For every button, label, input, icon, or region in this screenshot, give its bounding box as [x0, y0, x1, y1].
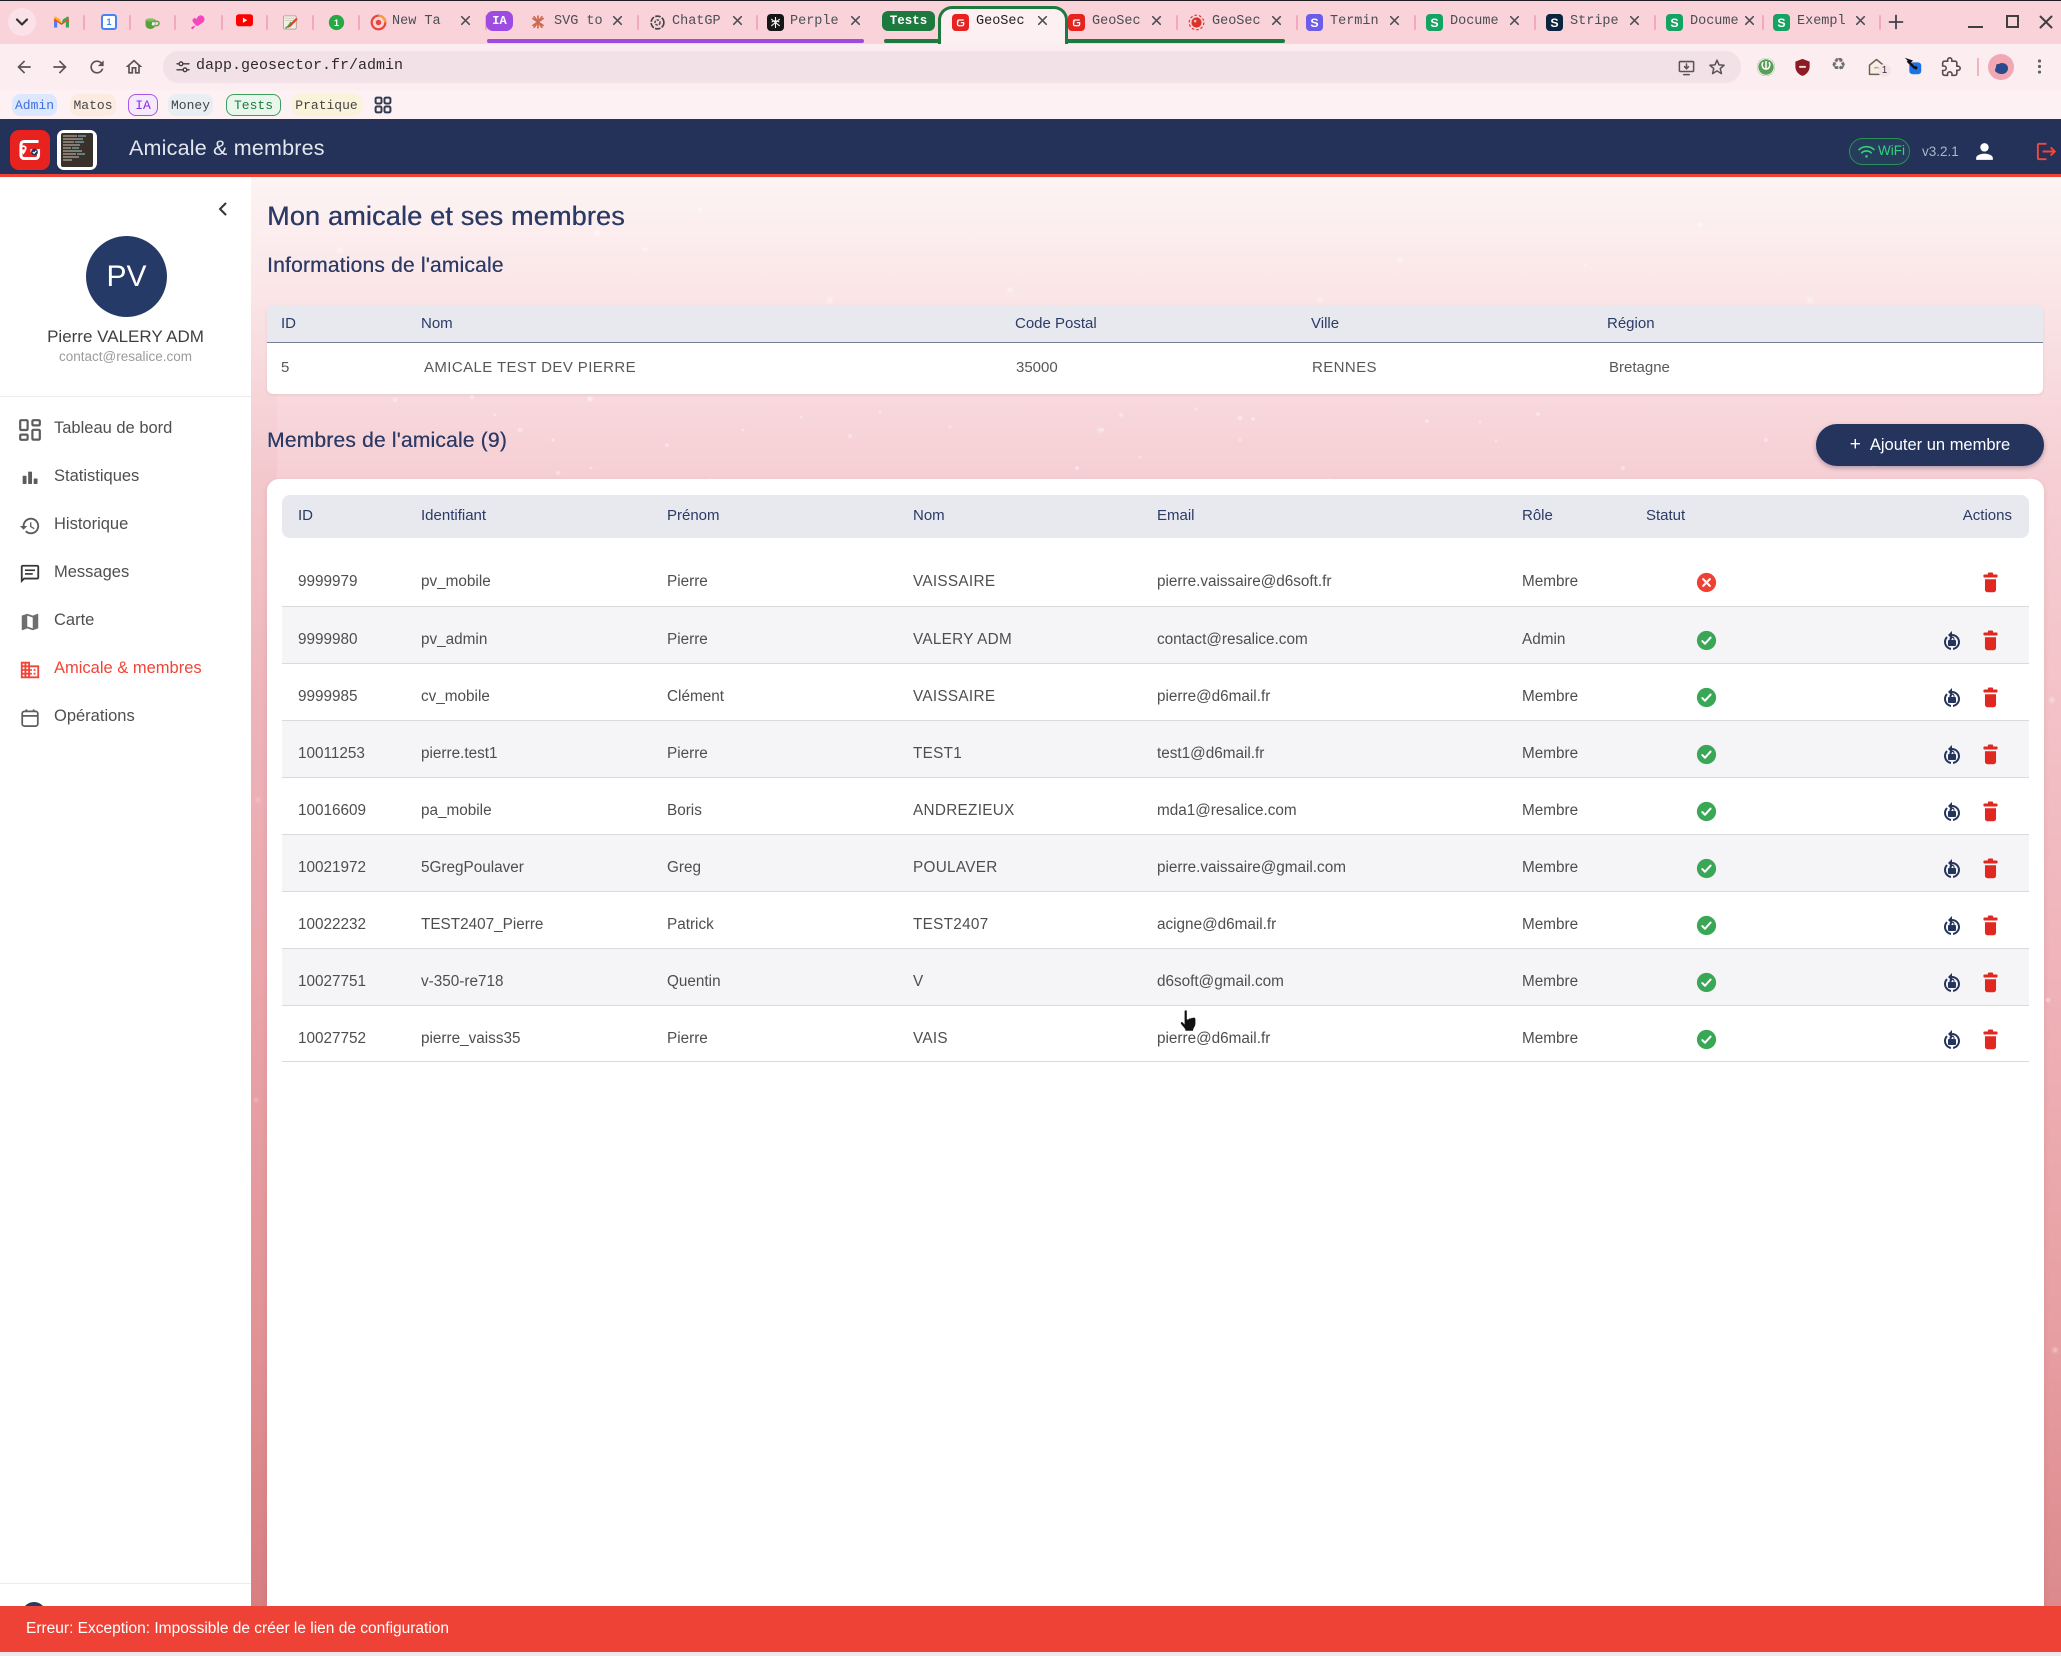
svg-text:S: S — [1430, 15, 1438, 29]
svg-text:S: S — [1550, 15, 1558, 29]
svg-text:1: 1 — [333, 17, 338, 27]
svg-text:S: S — [1310, 15, 1318, 29]
svg-text:S: S — [1777, 15, 1785, 29]
svg-text:S: S — [1670, 15, 1678, 29]
